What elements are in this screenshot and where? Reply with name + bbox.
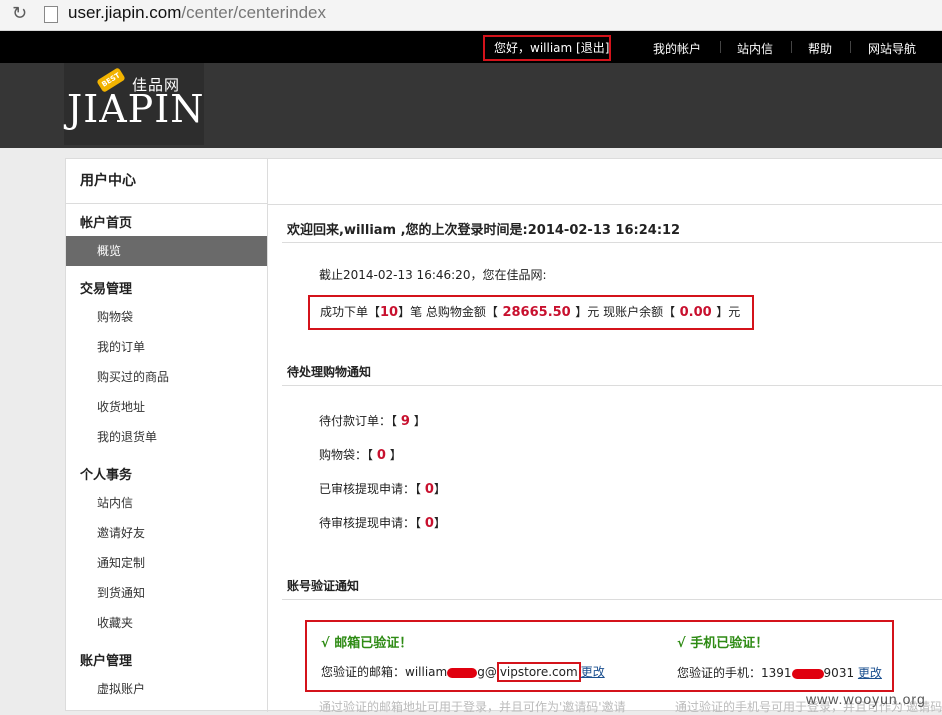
watermark: www.wooyun.org <box>806 691 926 707</box>
sidebar-item-notify-settings[interactable]: 通知定制 <box>66 548 267 578</box>
divider <box>282 599 942 600</box>
sidebar-item-favorites[interactable]: 收藏夹 <box>66 608 267 638</box>
sidebar-section-trade: 交易管理 <box>80 282 133 297</box>
email-masked-tail: g@ <box>477 665 497 679</box>
balance-label: 】元 现账户余额【 <box>575 305 676 319</box>
nav-divider <box>720 41 721 53</box>
sidebar-item-my-orders[interactable]: 我的订单 <box>66 332 267 362</box>
redaction-mark <box>447 667 478 678</box>
logo-english: JIAPIN <box>67 87 205 131</box>
sidebar-section-account-home: 帐户首页 <box>80 216 133 231</box>
pending-unpaid-orders: 待付款订单：【 9 】 <box>319 414 426 429</box>
nav-help[interactable]: 帮助 <box>808 40 832 57</box>
email-note: 通过验证的邮箱地址可用于登录，并且可作为'邀请码'邀请 <box>319 700 626 714</box>
divider <box>282 242 942 243</box>
sidebar-item-shipping-address[interactable]: 收货地址 <box>66 392 267 422</box>
pending-review-withdrawals: 待审核提现申请：【 0】 <box>319 516 446 531</box>
sidebar-item-shopping-bag[interactable]: 购物袋 <box>66 302 267 332</box>
sidebar: 用户中心 帐户首页 概览 交易管理 购物袋 我的订单 购买过的商品 收货地址 我… <box>66 159 268 712</box>
account-summary: 成功下单【10】笔 总购物金额【 28665.50 】元 现账户余额【 0.00… <box>308 295 754 330</box>
phone-verified-status: √ 手机已验证！ <box>677 636 769 651</box>
email-verified-status: √ 邮箱已验证！ <box>321 636 413 651</box>
nav-divider <box>791 41 792 53</box>
sidebar-item-arrival-notice[interactable]: 到货通知 <box>66 578 267 608</box>
sidebar-section-personal: 个人事务 <box>80 468 133 483</box>
change-phone-link[interactable]: 更改 <box>858 666 882 680</box>
phone-tail: 9031 <box>823 666 855 680</box>
content-area: 欢迎回来,william ,您的上次登录时间是:2014-02-13 16:24… <box>267 159 942 714</box>
page-icon <box>44 6 58 23</box>
approved-withdraw-count[interactable]: 0 <box>425 482 434 497</box>
sidebar-item-virtual-account[interactable]: 虚拟账户 <box>66 674 267 704</box>
pending-shopping-bag: 购物袋：【 0 】 <box>319 448 402 463</box>
sidebar-section-account-mgmt: 账户管理 <box>80 654 133 669</box>
nav-site-map[interactable]: 网站导航 <box>868 40 916 57</box>
welcome-message: 欢迎回来,william ,您的上次登录时间是:2014-02-13 16:24… <box>287 223 681 238</box>
balance-unit: 】元 <box>716 305 741 319</box>
verification-panel: √ 邮箱已验证！ 您验证的邮箱：william g@ vipstore.com 更改 … <box>305 620 894 692</box>
email-verified-line: 您验证的邮箱：william g@ vipstore.com 更改 <box>321 662 605 682</box>
divider <box>282 385 942 386</box>
phone-verified-line: 您验证的手机：1391 9031 更改 <box>677 664 882 681</box>
sidebar-item-inbox[interactable]: 站内信 <box>66 488 267 518</box>
phone-label: 您验证的手机：1391 <box>677 666 792 680</box>
nav-messages[interactable]: 站内信 <box>737 40 773 57</box>
redaction-mark <box>791 668 824 679</box>
browser-url-bar: ↻ user.jiapin.com/center/centerindex <box>0 0 942 31</box>
pending-heading: 待处理购物通知 <box>287 365 372 379</box>
total-label: 】笔 总购物金额【 <box>398 305 498 319</box>
sidebar-item-returns[interactable]: 我的退货单 <box>66 422 267 452</box>
review-withdraw-count[interactable]: 0 <box>425 516 434 531</box>
nav-divider <box>850 41 851 53</box>
pending-approved-withdrawals: 已审核提现申请：【 0】 <box>319 482 446 497</box>
jiapin-logo[interactable]: BEST 佳品网 JIAPIN <box>64 63 204 145</box>
site-header: BEST 佳品网 JIAPIN <box>0 63 942 148</box>
content-top-bar <box>267 159 942 205</box>
sidebar-title: 用户中心 <box>66 159 267 204</box>
top-nav: 您好，william [退出] 我的帐户 站内信 帮助 网站导航 <box>0 31 942 63</box>
address-field[interactable]: user.jiapin.com/center/centerindex <box>68 3 326 23</box>
reload-icon[interactable]: ↻ <box>12 3 27 24</box>
as-of-text: 截止2014-02-13 16:46:20，您在佳品网: <box>319 268 547 282</box>
bag-count[interactable]: 0 <box>377 448 386 463</box>
nav-my-account[interactable]: 我的帐户 <box>653 40 701 57</box>
greeting-logout[interactable]: 您好，william [退出] <box>483 35 611 61</box>
total-amount: 28665.50 <box>502 305 571 320</box>
order-count: 10 <box>380 305 399 320</box>
url-path: /center/centerindex <box>181 3 326 22</box>
email-domain: vipstore.com <box>496 662 581 682</box>
url-domain: user.jiapin.com <box>68 3 182 22</box>
email-label: 您验证的邮箱：william <box>321 665 448 679</box>
unpaid-count[interactable]: 9 <box>401 414 410 429</box>
change-email-link[interactable]: 更改 <box>581 665 605 679</box>
user-center-panel: 用户中心 帐户首页 概览 交易管理 购物袋 我的订单 购买过的商品 收货地址 我… <box>65 158 942 714</box>
sidebar-item-invite-friends[interactable]: 邀请好友 <box>66 518 267 548</box>
orders-label: 成功下单【 <box>320 305 381 319</box>
verify-heading: 账号验证通知 <box>287 579 360 593</box>
balance-amount: 0.00 <box>679 305 712 320</box>
sidebar-item-purchased-goods[interactable]: 购买过的商品 <box>66 362 267 392</box>
sidebar-item-overview[interactable]: 概览 <box>66 236 267 266</box>
